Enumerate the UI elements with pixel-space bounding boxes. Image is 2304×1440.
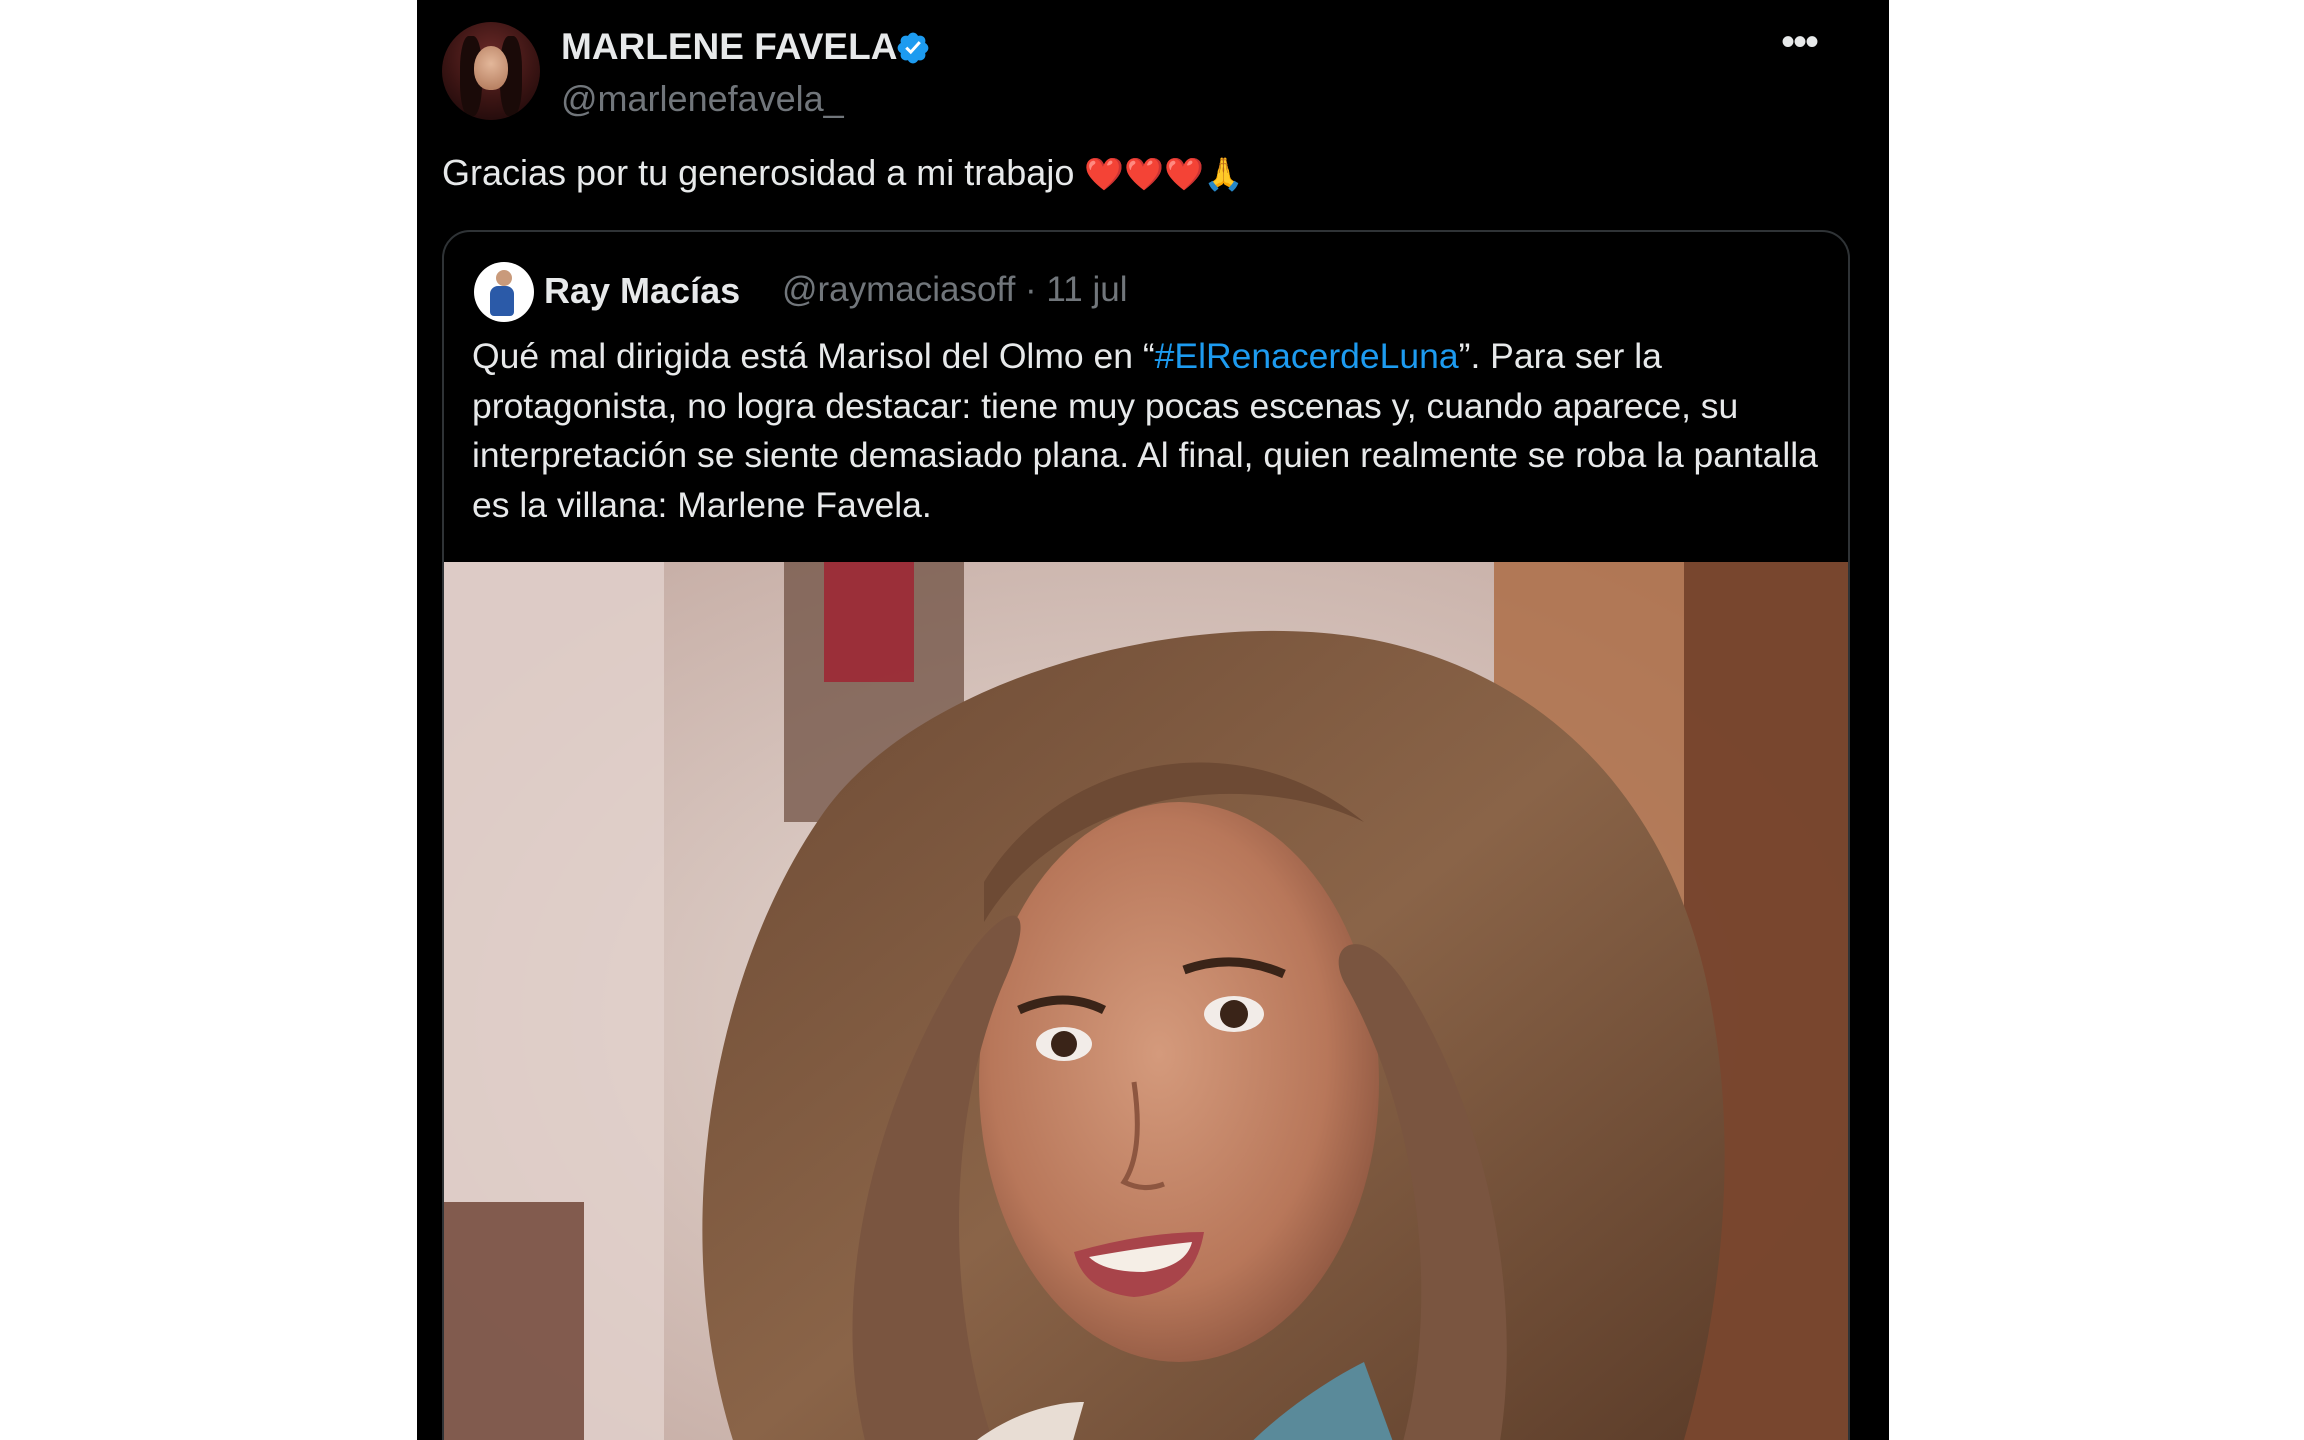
hashtag-link[interactable]: #ElRenacerdeLuna [1155, 336, 1459, 376]
quoted-tweet-image[interactable] [444, 562, 1848, 1440]
more-options-icon[interactable]: ••• [1769, 20, 1829, 64]
heart-emoji-icon: ❤️ [1124, 155, 1165, 193]
quoted-author-name[interactable]: Ray Macías [544, 270, 740, 312]
quoted-text-before: Qué mal dirigida está Marisol del Olmo e… [472, 336, 1155, 376]
quoted-author-avatar[interactable] [474, 262, 534, 322]
meta-separator: · [1025, 270, 1037, 309]
avatar-head [496, 270, 512, 286]
quoted-author-meta: @raymaciasoff · 11 jul [782, 270, 1128, 310]
heart-emoji-icon: ❤️ [1164, 155, 1204, 193]
author-handle[interactable]: @marlenefavela_ [561, 78, 844, 120]
tweet-text-body: Gracias por tu generosidad a mi trabajo [442, 152, 1075, 193]
heart-emoji-icon: ❤️ [1084, 155, 1125, 193]
avatar-body [490, 286, 514, 316]
quoted-tweet[interactable]: Ray Macías @raymaciasoff · 11 jul Qué ma… [442, 230, 1850, 1440]
pray-emoji-icon: 🙏 [1203, 155, 1244, 193]
avatar-face [474, 46, 508, 90]
photo-woman-illustration [444, 562, 1848, 1440]
quoted-tweet-date[interactable]: 11 jul [1046, 270, 1127, 309]
verified-badge-icon[interactable] [895, 30, 931, 66]
author-name[interactable]: MARLENE FAVELA [561, 26, 897, 68]
author-avatar[interactable] [442, 22, 540, 120]
quoted-author-handle[interactable]: @raymaciasoff [782, 270, 1015, 309]
tweet-text: Gracias por tu generosidad a mi trabajo … [442, 152, 1244, 194]
tweet-card[interactable]: MARLENE FAVELA @marlenefavela_ ••• Graci… [417, 0, 1889, 1440]
quoted-tweet-text: Qué mal dirigida está Marisol del Olmo e… [472, 332, 1822, 530]
